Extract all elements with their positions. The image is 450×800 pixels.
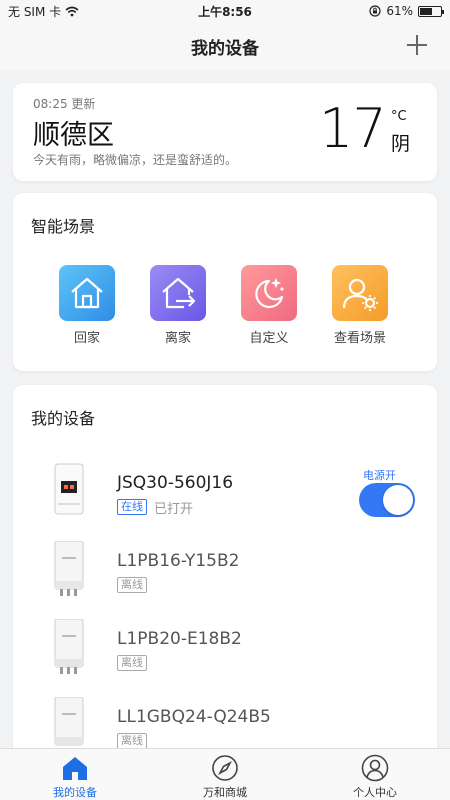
status-right: 61% <box>369 4 444 18</box>
weather-unit: °C <box>391 109 407 124</box>
my-devices-card: 我的设备 JSQ30-560J16 在线 已打开 电源开 L1PB16-Y15B… <box>13 385 437 765</box>
wifi-icon <box>65 6 79 16</box>
tab-label: 万和商城 <box>203 786 247 799</box>
moon-stars-icon <box>241 265 297 321</box>
power-toggle[interactable] <box>359 483 415 517</box>
scene-view-scenes[interactable]: 查看场景 <box>320 265 400 346</box>
scene-home[interactable]: 回家 <box>47 265 127 346</box>
weather-temperature: 17 <box>319 97 387 160</box>
device-name: JSQ30-560J16 <box>117 473 234 493</box>
weather-updated-time: 08:25 更新 <box>33 97 96 111</box>
power-label: 电源开 <box>363 469 396 482</box>
devices-section-title: 我的设备 <box>31 409 96 428</box>
device-name: L1PB16-Y15B2 <box>117 551 240 571</box>
device-name: L1PB20-E18B2 <box>117 629 242 649</box>
device-state: 已打开 <box>154 502 194 517</box>
scene-label: 查看场景 <box>333 331 386 346</box>
rotation-lock-icon <box>369 5 381 17</box>
nav-bar: 我的设备 <box>0 22 450 70</box>
page-title: 我的设备 <box>191 38 259 59</box>
tab-profile[interactable]: 个人中心 <box>300 749 450 800</box>
weather-district: 顺德区 <box>33 120 114 151</box>
scene-leave-home[interactable]: 离家 <box>138 265 218 346</box>
status-badge: 离线 <box>117 733 147 749</box>
leave-home-icon <box>150 265 206 321</box>
status-badge: 在线 <box>117 499 147 515</box>
smart-scenes-card: 智能场景 回家 离家 自定义 查看场景 <box>13 193 437 371</box>
device-name: LL1GBQ24-Q24B5 <box>117 707 271 727</box>
home-icon <box>60 753 90 782</box>
battery-fill <box>420 7 433 15</box>
carrier-text: 无 SIM 卡 <box>8 4 62 19</box>
weather-description: 今天有雨，略微偏凉，还是蛮舒适的。 <box>33 153 238 167</box>
boiler-image <box>54 541 84 596</box>
weather-card[interactable]: 08:25 更新 顺德区 今天有雨，略微偏凉，还是蛮舒适的。 17 °C 阴 <box>13 83 437 181</box>
tab-label: 个人中心 <box>353 786 397 799</box>
toggle-knob <box>383 485 413 515</box>
scene-label: 回家 <box>73 331 100 346</box>
user-icon <box>360 753 390 782</box>
boiler-image <box>54 697 84 746</box>
scene-label: 离家 <box>164 331 191 346</box>
status-badge: 离线 <box>117 655 147 671</box>
battery-icon <box>418 5 444 17</box>
scene-custom[interactable]: 自定义 <box>229 265 309 346</box>
status-badge: 离线 <box>117 577 147 593</box>
scenes-section-title: 智能场景 <box>31 217 96 236</box>
device-row[interactable]: L1PB16-Y15B2 离线 <box>13 541 437 611</box>
boiler-image <box>54 619 84 674</box>
user-settings-icon <box>332 265 388 321</box>
add-device-button[interactable] <box>406 34 428 56</box>
scene-label: 自定义 <box>249 331 289 346</box>
device-row[interactable]: L1PB20-E18B2 离线 <box>13 619 437 689</box>
device-row[interactable]: JSQ30-560J16 在线 已打开 电源开 <box>13 463 437 533</box>
tab-bar: 我的设备 万和商城 个人中心 <box>0 748 450 800</box>
weather-condition: 阴 <box>391 133 411 155</box>
home-icon <box>59 265 115 321</box>
status-left: 无 SIM 卡 <box>8 3 79 20</box>
compass-icon <box>210 753 240 782</box>
tab-mall[interactable]: 万和商城 <box>150 749 300 800</box>
battery-percent: 61% <box>386 4 413 18</box>
tab-my-devices[interactable]: 我的设备 <box>0 749 150 800</box>
water-heater-image <box>54 463 84 515</box>
status-bar: 无 SIM 卡 上午8:56 61% <box>0 0 450 22</box>
tab-label: 我的设备 <box>53 786 97 799</box>
